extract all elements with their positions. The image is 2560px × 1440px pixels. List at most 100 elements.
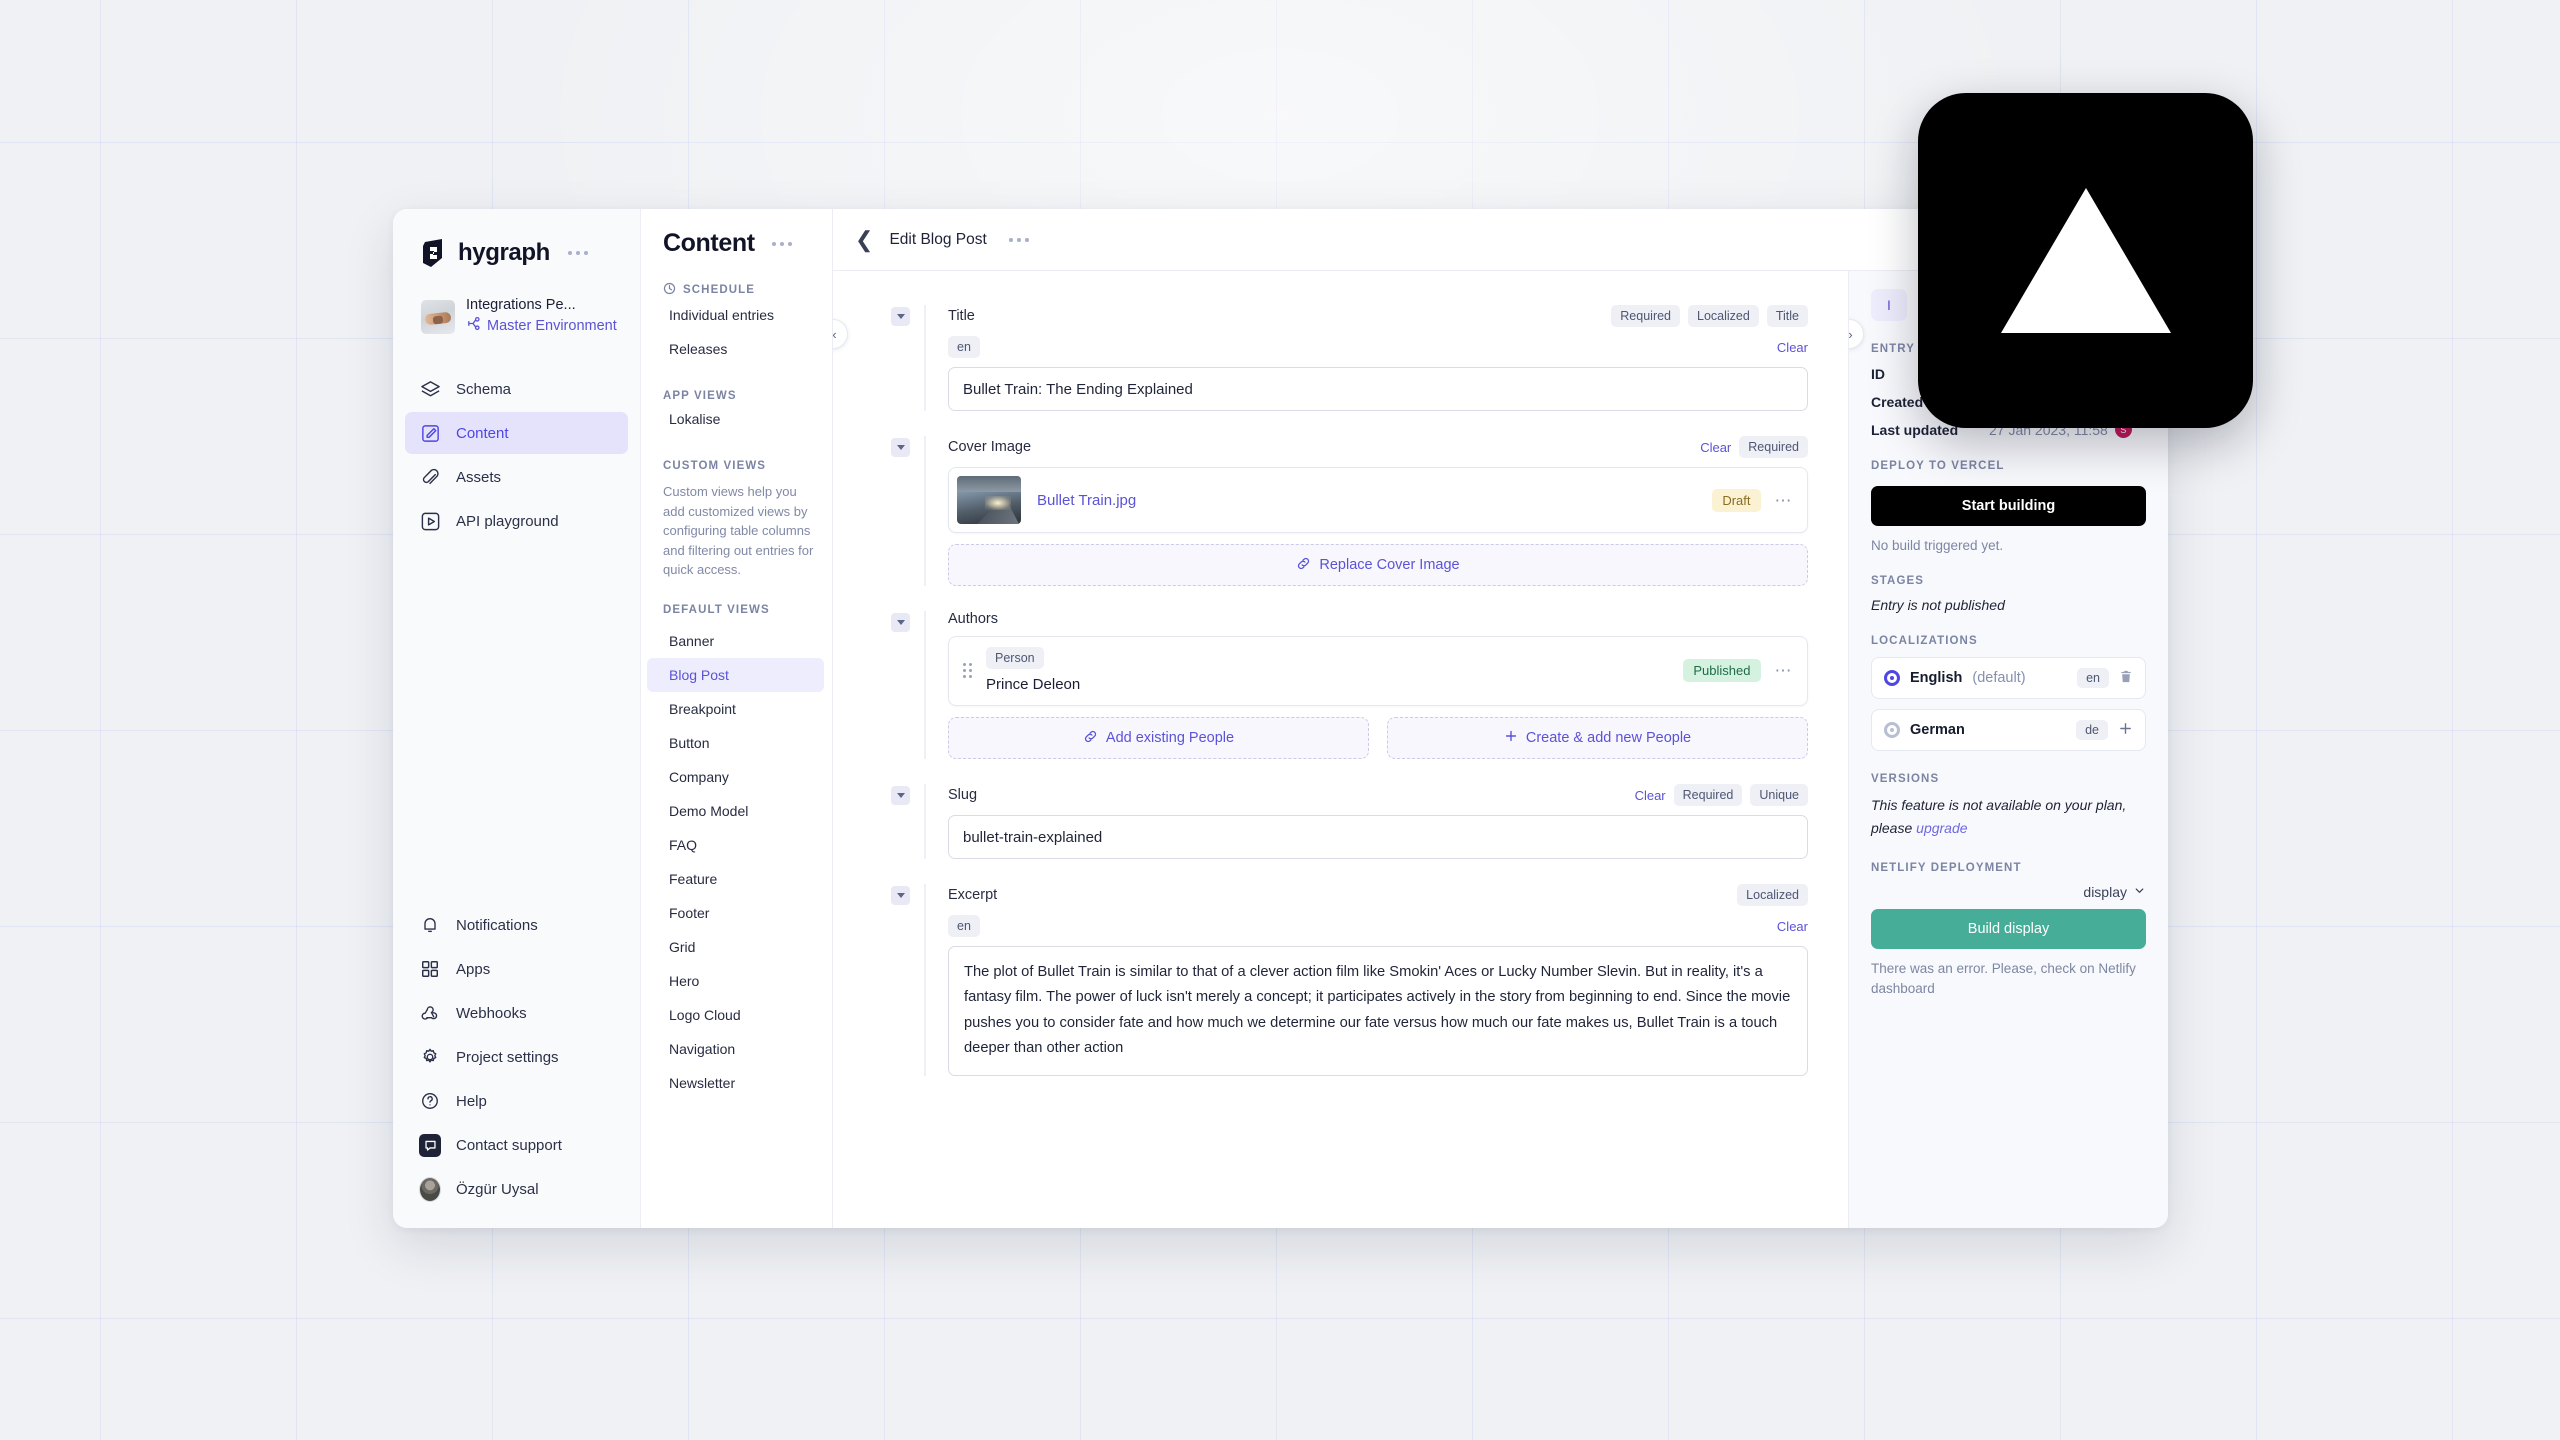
sidebar-item-notifications[interactable]: Notifications (405, 904, 628, 946)
radio-unselected-icon[interactable] (1884, 722, 1900, 738)
list-item-logo-cloud[interactable]: Logo Cloud (647, 998, 824, 1032)
plus-icon[interactable] (2118, 721, 2133, 740)
list-item-grid[interactable]: Grid (647, 930, 824, 964)
section-heading-localizations: LOCALIZATIONS (1871, 635, 1978, 647)
project-name: Integrations Pe... (466, 297, 576, 313)
dots-horizontal-icon[interactable] (1008, 237, 1029, 242)
clock-icon (663, 282, 676, 298)
sidebar-item-assets[interactable]: Assets (405, 456, 628, 498)
sidebar-item-label: Help (456, 1092, 487, 1110)
build-display-button[interactable]: Build display (1871, 909, 2146, 950)
caret-down-icon[interactable] (891, 886, 910, 905)
entry-model-tag: Person (986, 647, 1044, 669)
secondary-nav: Notifications Apps Webhooks Project sett… (393, 904, 640, 1228)
sidebar-item-project-settings[interactable]: Project settings (405, 1036, 628, 1078)
dots-horizontal-icon[interactable]: ⋯ (1775, 492, 1794, 509)
locale-chip[interactable]: en (948, 336, 980, 358)
excerpt-textarea[interactable]: The plot of Bullet Train is similar to t… (948, 946, 1808, 1076)
list-item-banner[interactable]: Banner (647, 624, 824, 658)
slug-input[interactable] (948, 815, 1808, 859)
radio-selected-icon[interactable] (1884, 670, 1900, 686)
sidebar-item-webhooks[interactable]: Webhooks (405, 992, 628, 1034)
trash-icon[interactable] (2119, 669, 2133, 688)
list-item-button[interactable]: Button (647, 726, 824, 760)
section-heading-deploy-vercel: DEPLOY TO VERCEL (1871, 460, 2005, 472)
dots-horizontal-icon[interactable] (771, 241, 792, 246)
netlify-display-select[interactable]: display (1871, 884, 2146, 900)
clear-cover-image-button[interactable]: Clear (1700, 440, 1731, 455)
question-circle-icon (419, 1090, 441, 1112)
caret-down-icon[interactable] (891, 786, 910, 805)
status-badge: Localized (1688, 305, 1759, 327)
sidebar-item-api-playground[interactable]: API playground (405, 500, 628, 542)
clear-title-button[interactable]: Clear (1777, 340, 1808, 355)
list-item-hero[interactable]: Hero (647, 964, 824, 998)
fields-pane: « Title Required Localized Title (833, 271, 1848, 1228)
sidebar-item-user[interactable]: Özgür Uysal (405, 1168, 628, 1210)
sidebar-item-schema[interactable]: Schema (405, 368, 628, 410)
content-column-header: Content (641, 229, 832, 258)
section-label: CUSTOM VIEWS (663, 460, 767, 472)
clear-excerpt-button[interactable]: Clear (1777, 919, 1808, 934)
caret-down-icon[interactable] (891, 307, 910, 326)
sidebar-item-label: Webhooks (456, 1004, 527, 1022)
field-cover-image: Cover Image Clear Required Bullet Train.… (891, 436, 1808, 586)
caret-down-icon[interactable] (891, 438, 910, 457)
list-item-lokalise[interactable]: Lokalise (647, 402, 824, 436)
sidebar-item-label: Schema (456, 380, 512, 398)
create-add-new-people-button[interactable]: Create & add new People (1387, 717, 1808, 759)
sidebar-item-contact-support[interactable]: Contact support (405, 1124, 628, 1166)
add-existing-people-button[interactable]: Add existing People (948, 717, 1369, 759)
drag-handle-icon[interactable] (963, 662, 972, 678)
status-badge: Required (1673, 784, 1743, 806)
sidebar-item-label: Content (456, 424, 509, 442)
dots-horizontal-icon[interactable] (567, 251, 588, 255)
list-item-footer[interactable]: Footer (647, 896, 824, 930)
asset-card[interactable]: Bullet Train.jpg Draft ⋯ (948, 467, 1808, 533)
chevron-down-icon (2133, 884, 2146, 900)
title-input[interactable] (948, 367, 1808, 411)
list-item-blog-post[interactable]: Blog Post (647, 657, 824, 692)
project-switcher[interactable]: Integrations Pe... Master Environment (393, 297, 640, 336)
replace-cover-image-button[interactable]: Replace Cover Image (948, 544, 1808, 586)
start-building-button[interactable]: Start building (1871, 486, 2146, 526)
list-item-faq[interactable]: FAQ (647, 828, 824, 862)
list-item-demo-model[interactable]: Demo Model (647, 794, 824, 828)
webhook-icon (419, 1002, 441, 1024)
list-item-company[interactable]: Company (647, 760, 824, 794)
sidebar-item-apps[interactable]: Apps (405, 948, 628, 990)
status-badge: Draft (1712, 488, 1761, 512)
locale-chip[interactable]: en (948, 915, 980, 937)
list-item-feature[interactable]: Feature (647, 862, 824, 896)
sidebar-item-help[interactable]: Help (405, 1080, 628, 1122)
caret-down-icon[interactable] (891, 613, 910, 632)
clear-slug-button[interactable]: Clear (1635, 788, 1666, 803)
status-badge: Localized (1737, 884, 1808, 906)
localization-name: German (1910, 722, 1965, 738)
asset-name[interactable]: Bullet Train.jpg (1037, 492, 1136, 509)
upgrade-link[interactable]: upgrade (1916, 820, 1967, 836)
list-item-newsletter[interactable]: Newsletter (647, 1066, 824, 1100)
tab-info[interactable]: I (1871, 289, 1907, 321)
reference-entry-card[interactable]: Person Prince Deleon Published ⋯ (948, 636, 1808, 706)
localization-row-german[interactable]: German de (1871, 709, 2146, 751)
create-add-new-people-label: Create & add new People (1525, 730, 1692, 746)
chevron-left-icon[interactable]: ❮ (855, 228, 873, 251)
field-label: Excerpt (948, 887, 998, 903)
sidebar-item-label: API playground (456, 512, 559, 530)
sidebar-item-content[interactable]: Content (405, 412, 628, 454)
custom-views-help-text: Custom views help you add customized vie… (663, 484, 814, 577)
status-badge: Published (1683, 658, 1761, 682)
list-item-breakpoint[interactable]: Breakpoint (647, 692, 824, 726)
stages-note: Entry is not published (1871, 597, 2005, 613)
localization-row-english[interactable]: English (default) en (1871, 657, 2146, 699)
list-item-individual-entries[interactable]: Individual entries (647, 298, 824, 332)
page-title: Content (663, 229, 755, 257)
list-item-navigation[interactable]: Navigation (647, 1032, 824, 1066)
dots-horizontal-icon[interactable]: ⋯ (1775, 662, 1794, 679)
environment-name[interactable]: Master Environment (487, 318, 617, 334)
list-item-releases[interactable]: Releases (647, 332, 824, 366)
field-excerpt: Excerpt Localized en Clear The plot of B… (891, 884, 1808, 1076)
collapse-right-handle[interactable]: » (1849, 319, 1864, 349)
grid-icon (419, 958, 441, 980)
